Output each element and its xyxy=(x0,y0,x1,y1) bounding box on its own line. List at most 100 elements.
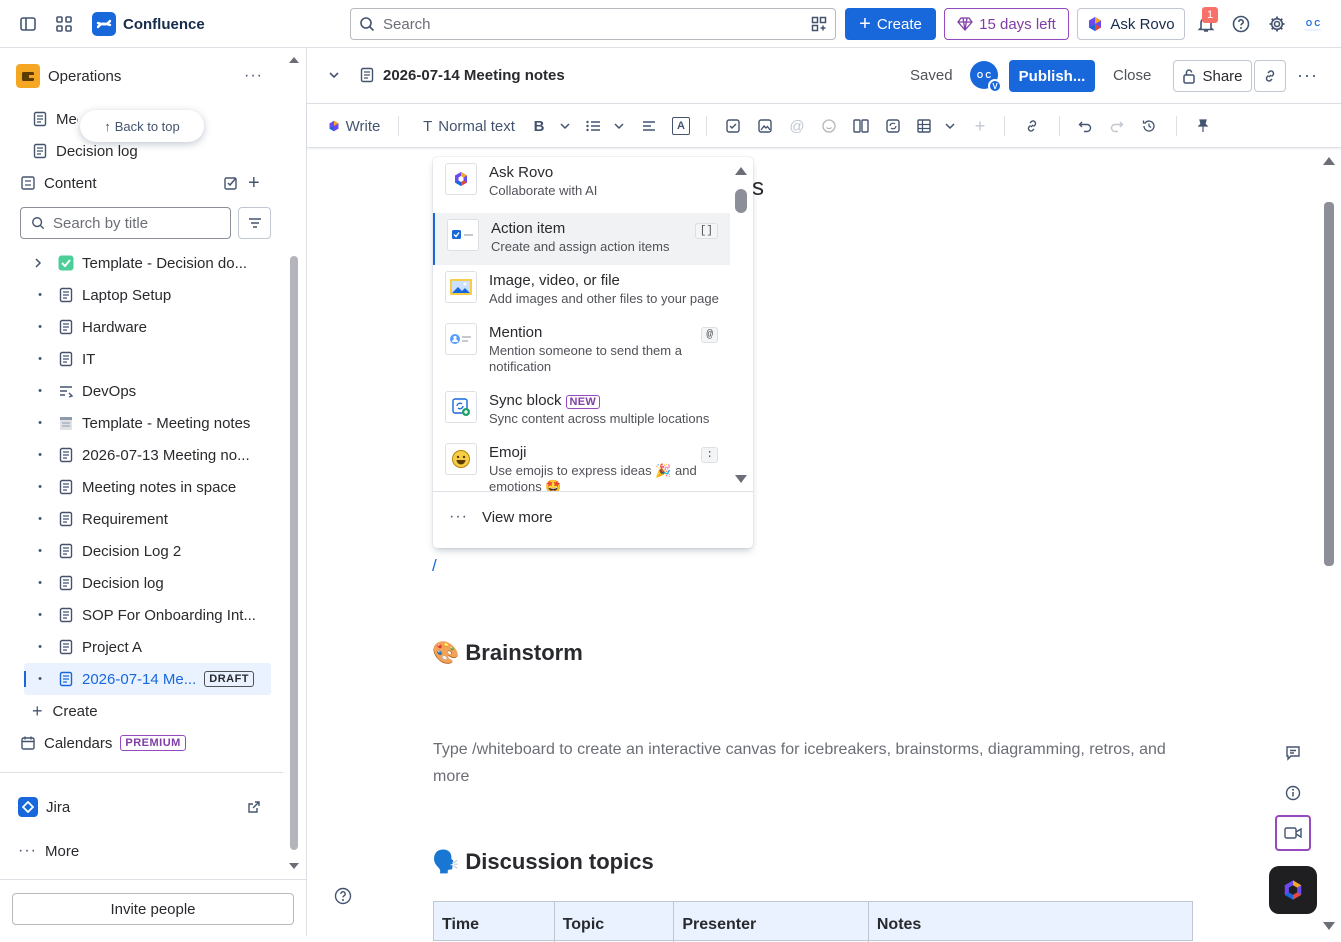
info-icon[interactable] xyxy=(1275,775,1311,811)
sidebar-tree-item[interactable]: • Requirement xyxy=(24,503,271,535)
chevron-down-icon[interactable] xyxy=(327,68,341,82)
write-mode-button[interactable]: Write xyxy=(325,114,383,138)
text-color-icon[interactable]: A xyxy=(671,114,691,138)
space-header[interactable]: Operations ··· xyxy=(16,60,271,92)
chevron-down-icon[interactable] xyxy=(942,114,958,138)
table-header-cell[interactable]: Notes xyxy=(869,902,1192,942)
whiteboard-placeholder[interactable]: Type /whiteboard to create an interactiv… xyxy=(433,736,1193,790)
view-more-button[interactable]: ··· View more xyxy=(449,501,739,533)
menu-item-image-video-or-file[interactable]: Image, video, or file Add images and othe… xyxy=(433,265,730,317)
sidebar-tree-item[interactable]: • Project A xyxy=(24,631,271,663)
add-icon[interactable]: + xyxy=(248,172,260,195)
redo-icon[interactable] xyxy=(1109,114,1125,138)
plus-icon: + xyxy=(32,700,43,721)
sidebar-tree-item[interactable]: • Hardware xyxy=(24,311,271,343)
rovo-chat-button[interactable] xyxy=(1269,866,1317,914)
sidebar-scrollbar-thumb[interactable] xyxy=(290,256,298,850)
sidebar-tree-item[interactable]: • Decision Log 2 xyxy=(24,535,271,567)
calendars-link[interactable]: Calendars PREMIUM xyxy=(20,727,272,759)
sidebar-toggle-icon[interactable] xyxy=(14,10,42,38)
bullet-list-icon[interactable] xyxy=(584,114,602,138)
slash-command-text[interactable]: / xyxy=(432,556,437,576)
table-header-cell[interactable]: Time xyxy=(434,902,555,942)
editor-scroll-up-icon[interactable] xyxy=(1322,155,1336,167)
menu-scroll-up-icon[interactable] xyxy=(734,165,748,179)
filter-grid-icon[interactable] xyxy=(811,16,827,32)
discussion-table[interactable]: Time Topic Presenter Notes xyxy=(433,901,1193,942)
more-link[interactable]: ··· More xyxy=(18,835,272,867)
ask-rovo-button[interactable]: Ask Rovo xyxy=(1077,8,1185,40)
help-icon[interactable] xyxy=(1227,10,1255,38)
sidebar-tree-item[interactable]: • Template - Meeting notes xyxy=(24,407,271,439)
align-left-icon[interactable] xyxy=(640,114,658,138)
menu-item-emoji[interactable]: Emoji Use emojis to express ideas 🎉 and e… xyxy=(433,437,730,491)
sidebar-tree-item[interactable]: • Decision log xyxy=(24,567,271,599)
app-switcher-icon[interactable] xyxy=(50,10,78,38)
more-actions-icon[interactable]: ··· xyxy=(1297,65,1318,86)
menu-item-mention[interactable]: Mention Mention someone to send them a no… xyxy=(433,317,730,385)
sidebar-tree-item[interactable]: • SOP For Onboarding Int... xyxy=(24,599,271,631)
discussion-topics-heading[interactable]: 🗣️ Discussion topics xyxy=(432,849,654,875)
text-icon: T xyxy=(423,117,433,135)
confluence-logo[interactable]: Confluence xyxy=(92,12,205,36)
table-header-cell[interactable]: Presenter xyxy=(674,902,869,942)
checkbox-icon[interactable] xyxy=(725,114,741,138)
copy-link-icon[interactable] xyxy=(1254,60,1286,92)
chevron-down-icon[interactable] xyxy=(557,114,573,138)
create-page-button[interactable]: + Create xyxy=(32,695,272,727)
link-icon[interactable] xyxy=(1023,114,1041,138)
video-record-icon[interactable] xyxy=(1275,815,1311,851)
menu-item-ask-rovo[interactable]: Ask Rovo Collaborate with AI xyxy=(433,157,730,213)
close-button[interactable]: Close xyxy=(1113,67,1151,84)
sidebar-tree-item[interactable]: • 2026-07-13 Meeting no... xyxy=(24,439,271,471)
filter-icon[interactable] xyxy=(238,207,271,239)
bold-icon[interactable]: B xyxy=(531,114,547,138)
share-button[interactable]: Share xyxy=(1173,60,1252,92)
emoji-icon[interactable] xyxy=(821,114,837,138)
help-circle-icon[interactable] xyxy=(334,887,352,905)
sidebar-tree-item[interactable]: • IT xyxy=(24,343,271,375)
comments-icon[interactable] xyxy=(1275,735,1311,771)
create-content-icon[interactable] xyxy=(223,175,239,191)
menu-item-sync-block[interactable]: Sync block NEW Sync content across multipl… xyxy=(433,385,730,437)
search-by-title-input[interactable]: Search by title xyxy=(20,207,231,239)
text-style-dropdown[interactable]: T Normal text xyxy=(420,114,518,138)
insert-plus-icon[interactable]: + xyxy=(972,114,988,138)
scroll-up-arrow-icon[interactable] xyxy=(288,54,300,66)
content-section-header[interactable]: Content + xyxy=(20,167,271,199)
trial-button[interactable]: 15 days left xyxy=(944,8,1069,40)
layout-columns-icon[interactable] xyxy=(852,114,870,138)
sidebar-tree-item[interactable]: • DevOps xyxy=(24,375,271,407)
profile-avatar[interactable]: O C xyxy=(1299,10,1327,38)
editor-scrollbar-thumb[interactable] xyxy=(1324,202,1334,566)
sidebar-tree-item[interactable]: Template - Decision do... xyxy=(24,247,271,279)
publish-button[interactable]: Publish... xyxy=(1009,60,1095,92)
menu-scrollbar-thumb[interactable] xyxy=(735,189,747,213)
menu-scroll-down-icon[interactable] xyxy=(734,473,748,487)
table-icon[interactable] xyxy=(916,114,932,138)
divider xyxy=(1176,116,1177,136)
menu-item-action-item[interactable]: Action item Create and assign action item… xyxy=(433,213,730,265)
history-icon[interactable] xyxy=(1141,114,1157,138)
more-options-icon[interactable]: ··· xyxy=(244,67,263,85)
pin-icon[interactable] xyxy=(1195,114,1211,138)
invite-people-button[interactable]: Invite people xyxy=(12,893,294,925)
settings-gear-icon[interactable] xyxy=(1263,10,1291,38)
undo-icon[interactable] xyxy=(1077,114,1093,138)
scroll-down-arrow-icon[interactable] xyxy=(288,860,300,872)
table-header-cell[interactable]: Topic xyxy=(555,902,675,942)
chevron-right-icon[interactable] xyxy=(32,257,48,269)
chevron-down-icon[interactable] xyxy=(611,114,627,138)
jira-link[interactable]: Jira xyxy=(18,791,272,823)
sidebar-tree-item[interactable]: • Laptop Setup xyxy=(24,279,271,311)
mention-icon[interactable]: @ xyxy=(789,114,805,138)
brainstorm-heading[interactable]: 🎨 Brainstorm xyxy=(432,640,583,666)
sidebar-tree-item[interactable]: • 2026-07-14 Me... DRAFT xyxy=(24,663,271,695)
sync-block-icon[interactable] xyxy=(885,114,901,138)
editor-scroll-down-icon[interactable] xyxy=(1322,920,1336,932)
pinned-item-decision-log[interactable]: Decision log xyxy=(24,135,271,167)
sidebar-tree-item[interactable]: • Meeting notes in space xyxy=(24,471,271,503)
image-icon[interactable] xyxy=(757,114,773,138)
search-input[interactable]: Search xyxy=(350,8,836,40)
create-button[interactable]: + Create xyxy=(845,8,936,40)
